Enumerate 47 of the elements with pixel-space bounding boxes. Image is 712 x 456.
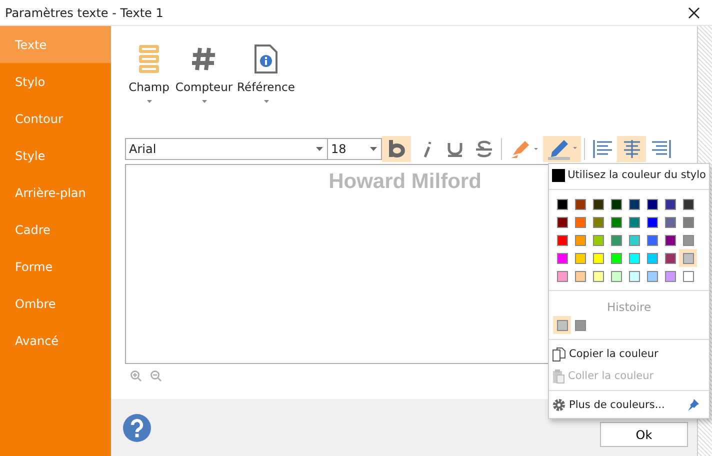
align-left-icon xyxy=(592,140,612,158)
gear-icon xyxy=(552,398,566,412)
align-center-icon xyxy=(622,140,642,158)
ok-button[interactable]: Ok xyxy=(600,422,688,447)
font-dropdown[interactable]: Arial xyxy=(125,138,328,160)
insert-button[interactable]: Compteur xyxy=(177,40,231,126)
pin-icon[interactable] xyxy=(686,398,700,412)
toolbar-button[interactable] xyxy=(543,136,581,162)
strikethrough-icon xyxy=(474,140,492,158)
caret-icon xyxy=(202,100,206,103)
section-heading: Histoire xyxy=(606,299,652,316)
zoom-out-icon[interactable] xyxy=(150,370,162,382)
insert-button[interactable]: Champ xyxy=(125,40,173,126)
sidebar-item[interactable]: Avancé xyxy=(0,322,111,359)
clipboard-icon xyxy=(552,368,565,384)
copy-icon xyxy=(552,346,566,362)
menu-item[interactable]: Plus de couleurs... xyxy=(549,394,709,416)
sidebar-item[interactable]: Cadre xyxy=(0,211,111,248)
insert-button[interactable]: Référence xyxy=(235,40,297,126)
caret-icon xyxy=(146,100,152,103)
underline-icon xyxy=(446,141,464,157)
sidebar-item[interactable]: Texte xyxy=(0,26,111,63)
toolbar-button[interactable] xyxy=(617,136,646,162)
sidebar-item[interactable]: Arrière-plan xyxy=(0,174,111,211)
sidebar-item[interactable]: Ombre xyxy=(0,285,111,322)
swatch-icon xyxy=(552,168,565,182)
color-swatch[interactable] xyxy=(679,249,697,267)
window-title: Paramètres texte - Texte 1 xyxy=(5,6,164,20)
pen-icon xyxy=(546,138,578,160)
caret-icon xyxy=(370,147,377,151)
info-document-icon xyxy=(254,44,278,74)
sidebar-item[interactable]: Stylo xyxy=(0,63,111,100)
highlighter-icon xyxy=(509,139,539,159)
sidebar-item[interactable]: Forme xyxy=(0,248,111,285)
caret-icon xyxy=(264,100,268,103)
color-swatch[interactable] xyxy=(553,316,571,334)
toolbar-button[interactable] xyxy=(382,136,411,162)
close-icon[interactable] xyxy=(688,6,700,18)
help-icon[interactable] xyxy=(123,414,151,442)
caret-icon xyxy=(316,147,323,151)
zoom-in-icon[interactable] xyxy=(130,370,142,382)
align-right-icon xyxy=(650,140,670,158)
sidebar-item[interactable]: Contour xyxy=(0,100,111,137)
bold-icon xyxy=(388,139,404,159)
sidebar-item[interactable]: Style xyxy=(0,137,111,174)
stack-icon xyxy=(138,44,160,74)
size-dropdown[interactable]: 18 xyxy=(328,138,382,160)
